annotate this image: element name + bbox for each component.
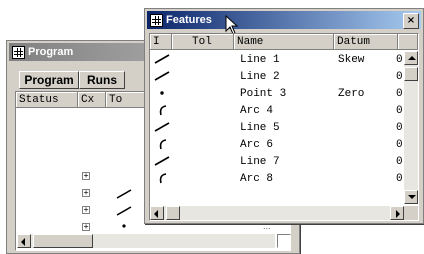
line-feature-icon	[116, 189, 132, 199]
feature-row[interactable]: Point 3 Zero 0	[150, 86, 404, 104]
col-name-header[interactable]: Name	[234, 34, 334, 50]
program-title: Program	[28, 46, 74, 58]
features-window: Features × I Tol Name Datum Line 1 Skew 0 L…	[144, 8, 424, 224]
feature-row[interactable]: Line 7 0	[150, 154, 404, 172]
close-icon: ×	[406, 15, 416, 26]
feature-name: Point 3	[240, 88, 287, 100]
feature-value: 0	[396, 88, 403, 100]
feature-value: 0	[396, 105, 403, 117]
feature-value: 0	[396, 122, 403, 134]
feature-value: 0	[396, 71, 403, 83]
feature-value: 0	[396, 139, 403, 151]
app-icon	[12, 45, 25, 59]
tab-program[interactable]: Program	[19, 71, 79, 89]
feature-value: 0	[396, 54, 403, 66]
scroll-down-button[interactable]	[404, 190, 418, 204]
feature-row[interactable]: Line 2 0	[150, 69, 404, 87]
mouse-cursor-icon	[225, 15, 239, 35]
feature-name: Line 2	[240, 71, 280, 83]
size-grip[interactable]	[277, 234, 291, 248]
feature-name: Line 5	[240, 122, 280, 134]
feature-row[interactable]: Arc 8 0	[150, 171, 404, 189]
vscroll-thumb[interactable]	[404, 67, 418, 81]
feature-value: 0	[396, 173, 403, 185]
scroll-left-button[interactable]	[150, 206, 164, 220]
expand-icon[interactable]: +	[82, 223, 90, 231]
col-tol-header[interactable]: Tol	[172, 34, 234, 50]
point-feature-icon	[154, 87, 170, 103]
scroll-left-button[interactable]	[17, 234, 31, 248]
feature-row[interactable]: Arc 6 0	[150, 137, 404, 155]
line-feature-icon	[154, 70, 170, 86]
expand-icon[interactable]: +	[82, 206, 90, 214]
scroll-up-button[interactable]	[404, 51, 418, 65]
scroll-thumb[interactable]	[33, 234, 93, 248]
line-feature-icon	[154, 155, 170, 171]
feature-row[interactable]: Line 1 Skew 0	[150, 52, 404, 70]
hscroll-thumb[interactable]	[166, 206, 180, 220]
feature-name: Arc 4	[240, 105, 274, 117]
col-datum-header[interactable]: Datum	[334, 34, 398, 50]
feature-row[interactable]: Line 5 0	[150, 120, 404, 138]
features-titlebar[interactable]: Features ×	[147, 11, 421, 29]
tab-runs-label: Runs	[87, 73, 117, 87]
col-datum-label: Datum	[337, 36, 371, 48]
feature-datum: Skew	[338, 54, 365, 66]
arc-feature-icon	[154, 138, 170, 154]
feature-name: Arc 8	[240, 173, 274, 185]
features-hscrollbar[interactable]	[150, 206, 404, 220]
scroll-right-button[interactable]	[390, 206, 404, 220]
col-to-label: To	[109, 94, 123, 106]
app-icon	[150, 13, 163, 27]
feature-name: Line 1	[240, 54, 280, 66]
feature-datum: Zero	[338, 88, 365, 100]
arc-feature-icon	[154, 104, 170, 120]
features-list[interactable]: I Tol Name Datum Line 1 Skew 0 Line 2 0 Point…	[149, 33, 419, 221]
expand-icon[interactable]: +	[82, 172, 90, 180]
feature-name: Arc 6	[240, 139, 274, 151]
expand-icon[interactable]: +	[82, 189, 90, 197]
col-status-header[interactable]: Status	[16, 92, 78, 108]
tab-runs[interactable]: Runs	[79, 71, 125, 89]
line-feature-icon	[154, 121, 170, 137]
col-cx-header[interactable]: Cx	[78, 92, 106, 108]
col-i-label: I	[153, 36, 160, 48]
features-title: Features	[166, 14, 212, 26]
feature-value: 0	[396, 156, 403, 168]
col-extra-header[interactable]	[398, 34, 418, 50]
point-feature-icon	[122, 224, 126, 228]
tab-program-label: Program	[24, 73, 74, 87]
features-vscrollbar[interactable]	[404, 51, 418, 204]
col-name-label: Name	[237, 36, 264, 48]
features-rows: Line 1 Skew 0 Line 2 0 Point 3 Zero 0 Arc 4 0 Line…	[150, 52, 404, 204]
feature-row[interactable]: Arc 4 0	[150, 103, 404, 121]
program-hscrollbar[interactable]	[17, 234, 275, 248]
line-feature-icon	[154, 53, 170, 69]
col-i-header[interactable]: I	[150, 34, 172, 50]
close-button[interactable]: ×	[403, 13, 419, 29]
col-cx-label: Cx	[81, 94, 95, 106]
line-feature-icon	[116, 206, 132, 216]
col-tol-label: Tol	[192, 36, 212, 48]
col-status-label: Status	[19, 94, 59, 106]
feature-name: Line 7	[240, 156, 280, 168]
size-grip[interactable]	[404, 206, 418, 220]
arc-feature-icon	[154, 172, 170, 188]
